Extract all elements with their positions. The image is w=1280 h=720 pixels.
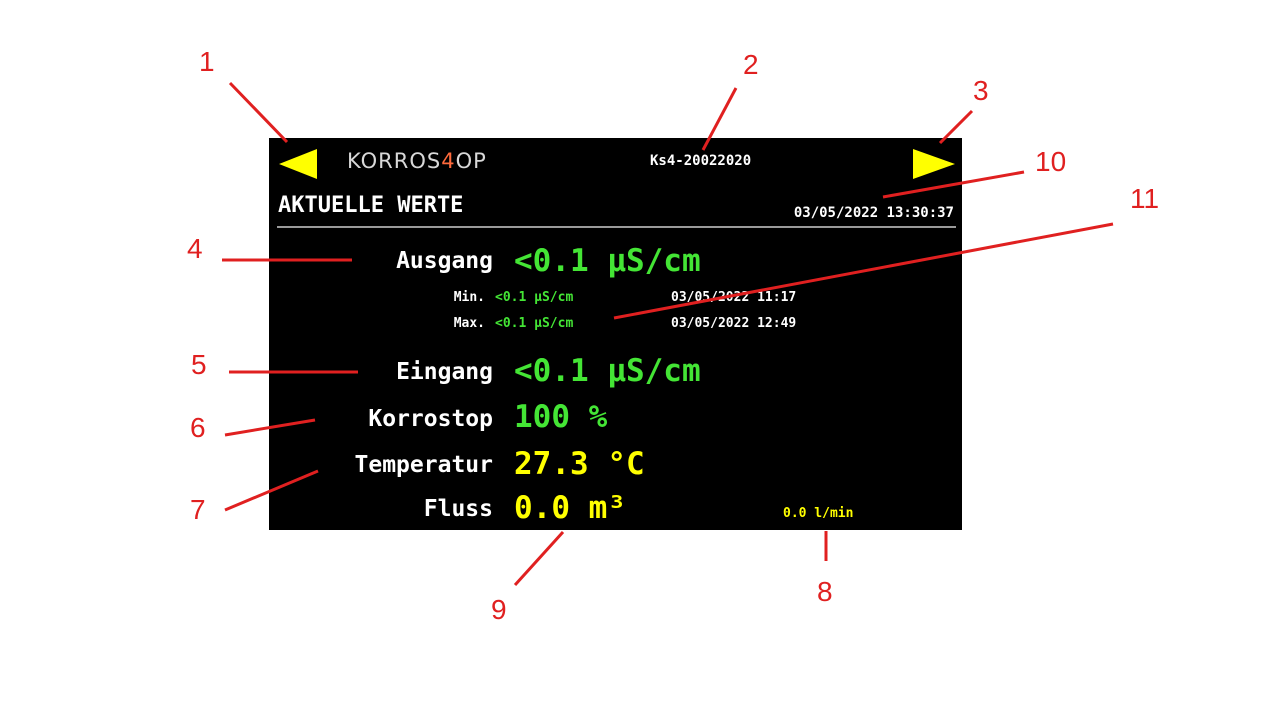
callout-label-1: 1 [199,46,215,77]
callout-label-5: 5 [191,349,207,380]
callout-line-7 [224,469,319,512]
callout-line-1 [228,81,289,144]
callout-label-4: 4 [187,233,203,264]
callout-label-3: 3 [973,75,989,106]
callout-line-2 [701,87,738,151]
callout-label-6: 6 [190,412,206,443]
callout-label-8: 8 [817,576,833,607]
callout-label-9: 9 [491,594,507,625]
callout-line-10 [882,170,1025,199]
callout-label-11: 11 [1130,183,1160,214]
callout-line-6 [224,418,316,437]
callout-label-10: 10 [1035,146,1067,177]
callout-label-2: 2 [743,49,759,80]
callout-line-9 [513,530,565,587]
callout-label-7: 7 [190,494,206,525]
callout-line-3 [938,109,974,145]
callout-line-11 [613,222,1114,320]
